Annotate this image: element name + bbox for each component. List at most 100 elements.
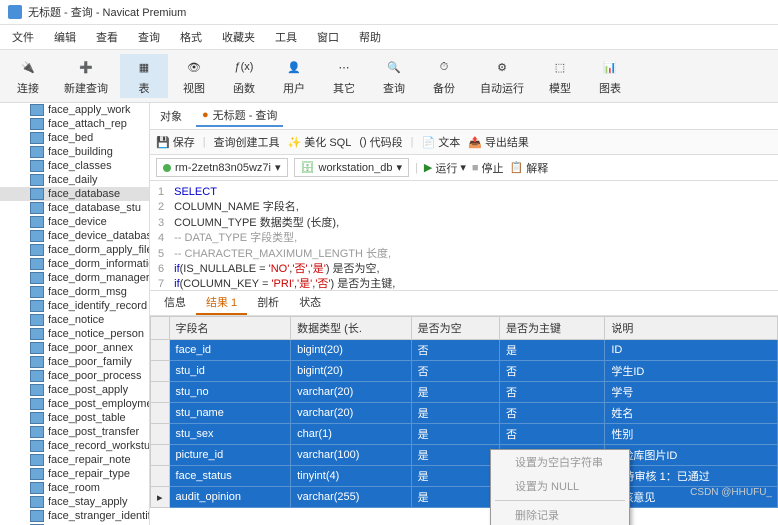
export-button[interactable]: 📤导出结果 <box>468 134 529 150</box>
toolbar-auto[interactable]: ⚙自动运行 <box>470 54 534 98</box>
beautify-button[interactable]: ✨美化 SQL <box>288 134 352 150</box>
menu-工具[interactable]: 工具 <box>271 27 301 47</box>
menu-查看[interactable]: 查看 <box>92 27 122 47</box>
col-header[interactable]: 说明 <box>605 317 778 340</box>
sql-editor[interactable]: 123456789 SELECT COLUMN_NAME 字段名, COLUMN… <box>150 181 778 291</box>
cm-delete-record[interactable]: 删除记录 <box>491 503 629 525</box>
table-row[interactable]: face_statustinyint(4)是否0: 待审核 1：已通过 <box>151 466 778 487</box>
tree-item-face_daily[interactable]: face_daily <box>0 173 149 187</box>
tree-item-face_attach_rep[interactable]: face_attach_rep <box>0 117 149 131</box>
text-button[interactable]: 📄文本 <box>422 134 461 150</box>
snippet-button[interactable]: ()代码段 <box>359 134 402 150</box>
result-tabs: 信息 结果 1 剖析 状态 <box>150 291 778 316</box>
toolbar-other[interactable]: ⋯其它 <box>320 54 368 98</box>
menu-窗口[interactable]: 窗口 <box>313 27 343 47</box>
tree-item-face_classes[interactable]: face_classes <box>0 159 149 173</box>
app-icon <box>8 5 22 19</box>
tree-item-face_post_table[interactable]: face_post_table <box>0 411 149 425</box>
toolbar-backup[interactable]: ⏱备份 <box>420 54 468 98</box>
col-header[interactable]: 数据类型 (长. <box>291 317 412 340</box>
result-grid[interactable]: 字段名数据类型 (长.是否为空是否为主键说明face_idbigint(20)否… <box>150 316 778 525</box>
table-icon <box>30 202 44 214</box>
tree-item-face_poor_family[interactable]: face_poor_family <box>0 355 149 369</box>
tab-info[interactable]: 信息 <box>154 291 196 315</box>
tree-item-face_dorm_manager[interactable]: face_dorm_manager <box>0 271 149 285</box>
play-icon: ▶ <box>424 161 432 174</box>
col-header[interactable]: 是否为主键 <box>499 317 604 340</box>
tree-item-face_bed[interactable]: face_bed <box>0 131 149 145</box>
menu-编辑[interactable]: 编辑 <box>50 27 80 47</box>
table-icon <box>30 496 44 508</box>
table-row[interactable]: ▸audit_opinionvarchar(255)是否审核意见 <box>151 487 778 508</box>
tree-item-face_notice[interactable]: face_notice <box>0 313 149 327</box>
menu-帮助[interactable]: 帮助 <box>355 27 385 47</box>
toolbar-table[interactable]: ▦表 <box>120 54 168 98</box>
toolbar-query[interactable]: 🔍查询 <box>370 54 418 98</box>
object-tree[interactable]: face_apply_workface_attach_repface_bedfa… <box>0 103 150 525</box>
stop-button: ■ 停止 <box>472 160 504 176</box>
query-builder-button[interactable]: 查询创建工具 <box>214 134 280 150</box>
toolbar-fx[interactable]: ƒ(x)函数 <box>220 54 268 98</box>
database-selector[interactable]: 🗄workstation_db▾ <box>294 158 410 177</box>
table-row[interactable]: picture_idvarchar(100)是否人脸库图片ID <box>151 445 778 466</box>
tree-item-face_repair_type[interactable]: face_repair_type <box>0 467 149 481</box>
tree-item-face_dorm_msg[interactable]: face_dorm_msg <box>0 285 149 299</box>
run-button[interactable]: ▶运行▾ <box>424 160 466 176</box>
view-icon: 👁 <box>180 56 208 78</box>
tab-objects[interactable]: 对象 <box>154 106 188 126</box>
tab-result1[interactable]: 结果 1 <box>196 291 247 315</box>
tree-item-face_database[interactable]: face_database <box>0 187 149 201</box>
table-row[interactable]: stu_idbigint(20)否否学生ID <box>151 361 778 382</box>
tree-item-face_device[interactable]: face_device <box>0 215 149 229</box>
toolbar-model[interactable]: ⬚模型 <box>536 54 584 98</box>
tree-item-face_apply_work[interactable]: face_apply_work <box>0 103 149 117</box>
menu-bar: 文件编辑查看查询格式收藏夹工具窗口帮助 <box>0 25 778 50</box>
table-icon <box>30 160 44 172</box>
toolbar-view[interactable]: 👁视图 <box>170 54 218 98</box>
cm-set-blank[interactable]: 设置为空白字符串 <box>491 450 629 474</box>
tree-item-face_dorm_apply_file[interactable]: face_dorm_apply_file <box>0 243 149 257</box>
tree-item-face_device_database[interactable]: face_device_database <box>0 229 149 243</box>
toolbar-chart[interactable]: 📊图表 <box>586 54 634 98</box>
table-icon <box>30 356 44 368</box>
toolbar-newq[interactable]: ➕新建查询 <box>54 54 118 98</box>
tree-item-face_room[interactable]: face_room <box>0 481 149 495</box>
tree-item-face_building[interactable]: face_building <box>0 145 149 159</box>
tree-item-face_post_apply[interactable]: face_post_apply <box>0 383 149 397</box>
table-icon <box>30 370 44 382</box>
tab-query[interactable]: ●无标题 - 查询 <box>196 105 283 127</box>
tree-item-face_dorm_information[interactable]: face_dorm_information <box>0 257 149 271</box>
title-bar: 无标题 - 查询 - Navicat Premium <box>0 0 778 25</box>
menu-查询[interactable]: 查询 <box>134 27 164 47</box>
tree-item-face_identify_record[interactable]: face_identify_record <box>0 299 149 313</box>
save-button[interactable]: 💾 保存 <box>156 134 195 150</box>
tree-item-face_poor_process[interactable]: face_poor_process <box>0 369 149 383</box>
tab-profile[interactable]: 剖析 <box>247 291 289 315</box>
tree-item-face_post_employment[interactable]: face_post_employment <box>0 397 149 411</box>
tree-item-face_poor_annex[interactable]: face_poor_annex <box>0 341 149 355</box>
tab-status[interactable]: 状态 <box>289 291 331 315</box>
table-icon <box>30 482 44 494</box>
watermark: CSDN @HHUFU_ <box>690 487 772 498</box>
table-row[interactable]: stu_namevarchar(20)是否姓名 <box>151 403 778 424</box>
col-header[interactable]: 是否为空 <box>411 317 499 340</box>
col-header[interactable]: 字段名 <box>169 317 291 340</box>
cm-set-null[interactable]: 设置为 NULL <box>491 474 629 498</box>
tree-item-face_stranger_identify_[interactable]: face_stranger_identify_ <box>0 509 149 523</box>
toolbar-plug[interactable]: 🔌连接 <box>4 54 52 98</box>
menu-收藏夹[interactable]: 收藏夹 <box>218 27 259 47</box>
menu-文件[interactable]: 文件 <box>8 27 38 47</box>
tree-item-face_database_stu[interactable]: face_database_stu <box>0 201 149 215</box>
table-row[interactable]: stu_sexchar(1)是否性别 <box>151 424 778 445</box>
toolbar-user[interactable]: 👤用户 <box>270 54 318 98</box>
tree-item-face_notice_person[interactable]: face_notice_person <box>0 327 149 341</box>
menu-格式[interactable]: 格式 <box>176 27 206 47</box>
explain-button[interactable]: 📋解释 <box>510 160 549 176</box>
tree-item-face_record_workstudy[interactable]: face_record_workstudy <box>0 439 149 453</box>
tree-item-face_post_transfer[interactable]: face_post_transfer <box>0 425 149 439</box>
server-selector[interactable]: rm-2zetn83n05wz7i▾ <box>156 158 288 177</box>
tree-item-face_repair_note[interactable]: face_repair_note <box>0 453 149 467</box>
table-row[interactable]: stu_novarchar(20)是否学号 <box>151 382 778 403</box>
table-row[interactable]: face_idbigint(20)否是ID <box>151 340 778 361</box>
tree-item-face_stay_apply[interactable]: face_stay_apply <box>0 495 149 509</box>
